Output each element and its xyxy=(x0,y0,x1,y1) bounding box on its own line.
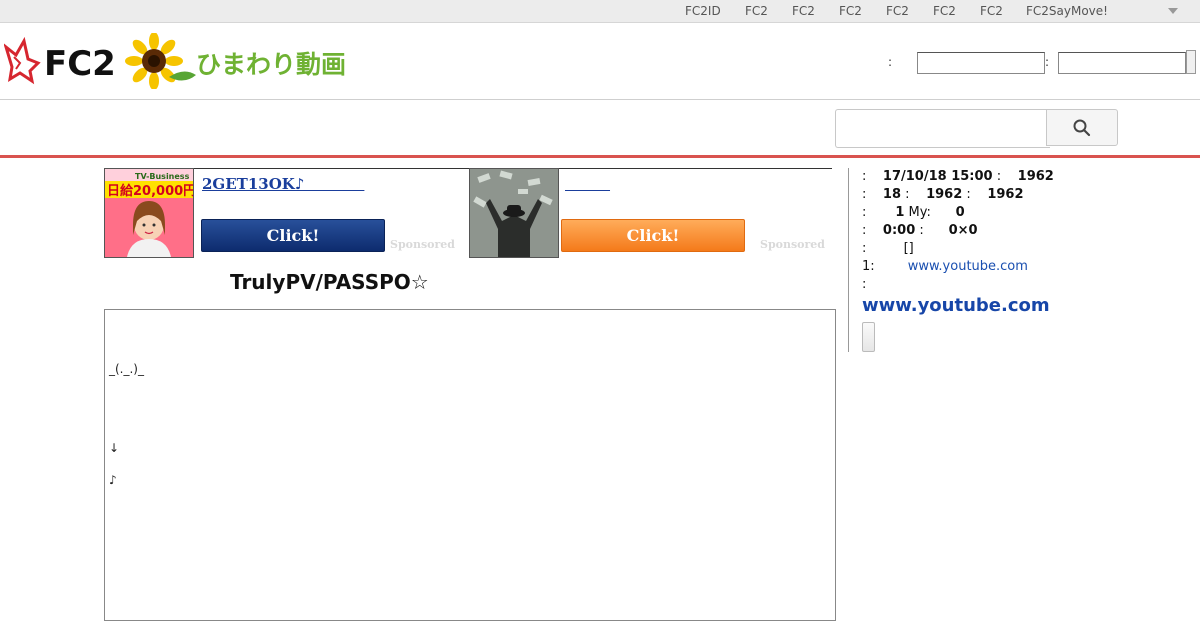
sidebar-button[interactable] xyxy=(862,322,875,352)
video-title: TrulyPV/PASSPO☆ xyxy=(230,270,429,294)
sunflower-icon xyxy=(125,33,196,89)
ad-click-button-1[interactable]: Click! xyxy=(201,219,385,252)
source-link[interactable]: www.youtube.com xyxy=(908,259,1028,274)
logo-product-text: ひまわり動画 xyxy=(196,50,346,79)
search-bar xyxy=(0,100,1200,158)
info-row-source: 1: www.youtube.com xyxy=(862,259,1028,274)
chevron-down-icon[interactable] xyxy=(1168,8,1178,14)
search-button[interactable] xyxy=(1046,109,1118,146)
nav-fc2id[interactable]: FC2ID xyxy=(685,4,721,18)
nav-fc2-2[interactable]: FC2 xyxy=(792,4,815,18)
ad-click-button-2[interactable]: Click! xyxy=(561,219,745,252)
info-row-duration: : 0:00 : 0×0 xyxy=(862,223,978,238)
description-line: ♪ xyxy=(109,473,117,487)
info-row-tags: : [] xyxy=(862,241,914,256)
fc2-himawari-logo[interactable]: FC2 ひまわり動画 xyxy=(4,33,356,89)
info-row-upload: : 17/10/18 15:00 : 1962 xyxy=(862,169,1054,184)
nav-fc2-4[interactable]: FC2 xyxy=(886,4,909,18)
ad-image-money[interactable] xyxy=(469,168,559,258)
fc2-fox-icon xyxy=(4,36,41,85)
login-button[interactable] xyxy=(1186,50,1196,74)
description-line: _(._.)_ xyxy=(109,362,144,376)
ad-image-business[interactable]: TV-Business 日給20,000円 xyxy=(104,168,194,258)
ad-divider xyxy=(104,168,832,169)
sponsored-label-1: Sponsored xyxy=(390,238,455,251)
ad-title-1[interactable]: 2GET13OK♪ xyxy=(202,173,364,194)
login-id-input[interactable] xyxy=(917,52,1045,74)
info-row-views: : 18 : 1962 : 1962 xyxy=(862,187,1024,202)
source-big-link[interactable]: www.youtube.com xyxy=(862,295,1050,316)
nav-fc2-1[interactable]: FC2 xyxy=(745,4,768,18)
nav-fc2-6[interactable]: FC2 xyxy=(980,4,1003,18)
sponsored-label-2: Sponsored xyxy=(760,238,825,251)
sidebar-divider xyxy=(848,168,849,352)
search-input[interactable] xyxy=(835,109,1050,148)
site-header: FC2 ひまわり動画 : : xyxy=(0,23,1200,100)
ad-image-badge: TV-Business xyxy=(135,172,190,181)
nav-fc2saymove[interactable]: FC2SayMove! xyxy=(1026,4,1108,18)
login-password-input[interactable] xyxy=(1058,52,1186,74)
top-nav-bar: FC2ID FC2 FC2 FC2 FC2 FC2 FC2 FC2SayMove… xyxy=(0,0,1200,23)
password-label-colon: : xyxy=(1045,55,1050,69)
info-row-favorites: : 1 My: 0 xyxy=(862,205,965,220)
ad-image-headline: 日給20,000円 xyxy=(107,183,193,199)
ad-title-2[interactable] xyxy=(565,173,610,194)
nav-fc2-5[interactable]: FC2 xyxy=(933,4,956,18)
info-row-source-colon: : xyxy=(862,277,867,292)
description-line: ↓ xyxy=(109,441,120,455)
search-icon xyxy=(1073,119,1091,137)
video-description: _(._.)_ ↓ ♪ xyxy=(104,309,836,621)
nav-fc2-3[interactable]: FC2 xyxy=(839,4,862,18)
login-label-colon: : xyxy=(888,55,893,69)
logo-brand-text: FC2 xyxy=(44,44,116,84)
